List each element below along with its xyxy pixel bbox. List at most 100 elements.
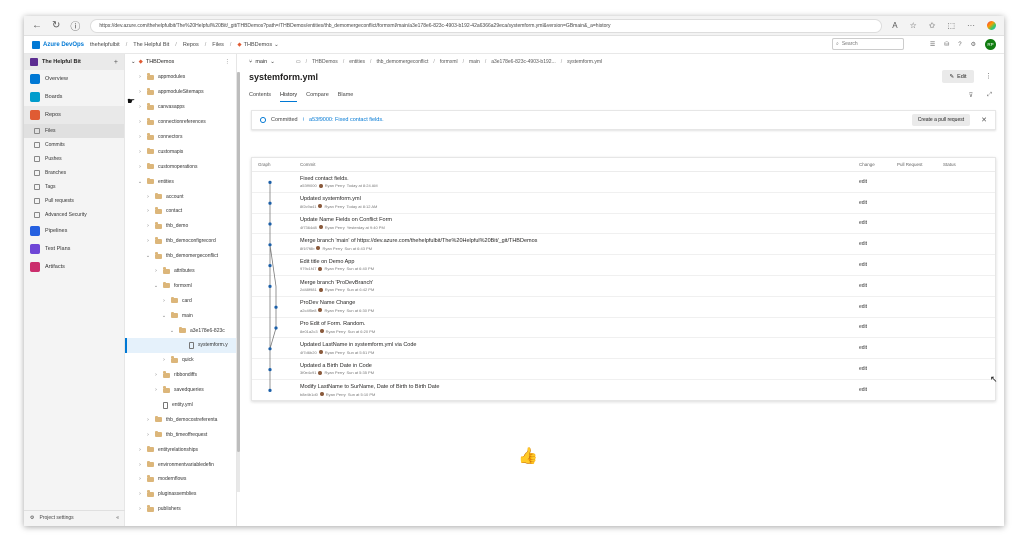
table-row[interactable]: Updated systemform.yml 8f2c9a41 Ryan Perry… [252,193,995,214]
commit-hash[interactable]: 8e01a2c3 [300,329,318,334]
commit-hash[interactable]: 3f0e4c91 [300,370,316,375]
more-icon[interactable]: ⋮ [225,59,231,65]
back-icon[interactable]: ← [32,20,42,31]
table-row[interactable]: Merge branch 'main' of https://dev.azure… [252,234,995,256]
table-row[interactable]: Update Name Fields on Conflict Form 4f736… [252,214,995,235]
breadcrumb-files[interactable]: Files [212,42,224,48]
tree-folder[interactable]: › modernflows [125,472,236,487]
tree-folder[interactable]: › thb_democonfigrecord [125,234,236,249]
nav-tags[interactable]: Tags [24,180,124,194]
tree-folder[interactable]: ⌄ main [125,308,236,323]
tree-folder[interactable]: › pluginassemblies [125,487,236,502]
tree-folder[interactable]: ⌄ formxml [125,278,236,293]
tree-folder[interactable]: › ribbondiffs [125,368,236,383]
fullscreen-icon[interactable]: ⤢ [987,92,992,99]
tree-folder[interactable]: › attributes [125,264,236,279]
nav-pipelines[interactable]: Pipelines [24,222,124,240]
commit-link[interactable]: a53f9000: Fixed contact fields. [309,117,384,123]
breadcrumb-repo[interactable]: ◆ THBDemos ⌄ [237,42,278,48]
collapse-icon[interactable]: « [116,515,119,521]
tree-folder[interactable]: › account [125,189,236,204]
read-aloud-icon[interactable]: A [892,21,897,30]
refresh-icon[interactable]: ↻ [52,20,60,31]
nav-branches[interactable]: Branches [24,166,124,180]
tree-folder[interactable]: › customapis [125,144,236,159]
tree-folder[interactable]: › thb_timeoffrequest [125,427,236,442]
tree-folder[interactable]: › appmoduleSitemaps [125,85,236,100]
commit-message[interactable]: Updated systemform.yml [300,196,859,202]
edit-button[interactable]: ✎ Edit [942,70,974,83]
path-segment[interactable]: a3e178e6-823c-4903-b192... [491,59,556,65]
address-bar[interactable]: https://dev.azure.com/thehelpfulbit/The%… [90,18,883,33]
project-settings[interactable]: ⚙ Project settings « [24,510,125,524]
favorite-icon[interactable]: ☆ [910,21,917,30]
commit-hash[interactable]: a53f9000 [300,183,317,188]
tree-root[interactable]: ⌄ ◆ THBDemos ⋮ [125,54,236,70]
commit-hash[interactable]: 4f7d6b20 [300,350,317,355]
table-row[interactable]: Pro Edit of Form. Random. 8e01a2c3 Ryan Pe… [252,318,995,339]
tree-folder[interactable]: ⌄ entities [125,174,236,189]
tree-scrollbar[interactable] [237,72,240,452]
path-segment[interactable]: main [469,59,480,65]
commit-message[interactable]: Modify LastName to SurName, Date of Birt… [300,384,859,390]
path-segment[interactable]: THBDemos [312,59,338,65]
tab-compare[interactable]: Compare [306,92,329,102]
nav-pull-requests[interactable]: Pull requests [24,194,124,208]
tree-folder[interactable]: › publishers [125,502,236,517]
tree-folder[interactable]: › environmentvariabledefin [125,457,236,472]
breadcrumb-org[interactable]: thehelpfulbit [90,42,120,48]
marketplace-icon[interactable]: ⛁ [944,41,949,48]
branch-selector[interactable]: ⑂ main ⌄ [249,59,275,65]
tree-file[interactable]: systemform.y [125,338,236,353]
tab-history[interactable]: History [280,92,298,102]
user-settings-icon[interactable]: ⚙ [971,41,976,48]
nav-repos[interactable]: Repos [24,106,124,124]
avatar[interactable]: RP [985,39,996,50]
more-icon[interactable]: ··· [967,21,975,30]
commit-message[interactable]: Fixed contact fields. [300,176,859,182]
tree-folder[interactable]: › canvasapps [125,100,236,115]
project-selector[interactable]: The Helpful Bit + [24,54,124,70]
nav-files[interactable]: Files [24,124,124,138]
copilot-icon[interactable] [987,21,996,30]
more-icon[interactable]: ⋮ [985,72,992,80]
plus-icon[interactable]: + [114,59,118,66]
table-row[interactable]: Merge branch 'ProDevBranch' 2d48f981 Ryan … [252,276,995,297]
close-icon[interactable]: ✕ [981,116,987,124]
commit-hash[interactable]: 2d48f981 [300,287,317,292]
commit-hash[interactable]: 979c1f47 [300,266,316,271]
nav-artifacts[interactable]: Artifacts [24,258,124,276]
commit-message[interactable]: Pro Edit of Form. Random. [300,321,859,327]
breadcrumb-project[interactable]: The Helpful Bit [133,42,169,48]
tree-folder[interactable]: ⌄ thb_demomergeconflict [125,249,236,264]
path-segment[interactable]: systemform.yml [567,59,602,65]
tree-folder[interactable]: › customoperations [125,159,236,174]
commit-message[interactable]: Updated a Birth Date in Code [300,363,859,369]
path-segment[interactable]: formxml [440,59,458,65]
azure-devops-logo[interactable]: Azure DevOps [32,40,84,49]
nav-pushes[interactable]: Pushes [24,152,124,166]
nav-advanced-security[interactable]: Advanced Security [24,208,124,222]
tree-folder[interactable]: › savedqueries [125,383,236,398]
path-segment[interactable]: thb_demomergeconflict [376,59,428,65]
commit-hash[interactable]: b8e4b1d0 [300,392,318,397]
commit-hash[interactable]: 8f2c9a41 [300,204,316,209]
favorites-icon[interactable]: ✩ [929,21,936,30]
commit-message[interactable]: Updated LastName in systemform.yml via C… [300,342,859,348]
help-icon[interactable]: ? [958,42,961,48]
table-row[interactable]: ProDev Name Change a2c4f5e8 Ryan Perry Sun … [252,297,995,318]
tree-folder[interactable]: ⌄ a3e178e6-823c [125,323,236,338]
tab-contents[interactable]: Contents [249,92,271,102]
commit-message[interactable]: Merge branch 'ProDevBranch' [300,280,859,286]
nav-test-plans[interactable]: Test Plans [24,240,124,258]
info-icon[interactable]: ⓘ [70,18,80,33]
tab-blame[interactable]: Blame [338,92,354,102]
commit-message[interactable]: Merge branch 'main' of https://dev.azure… [300,238,859,244]
search-input[interactable]: ⌕ Search [832,38,904,50]
commit-hash[interactable]: a2c4f5e8 [300,308,316,313]
tree-folder[interactable]: › connectionreferences [125,115,236,130]
tree-file[interactable]: entity.yml [125,398,236,413]
nav-commits[interactable]: Commits [24,138,124,152]
tree-folder[interactable]: › card [125,293,236,308]
tree-folder[interactable]: › contact [125,204,236,219]
